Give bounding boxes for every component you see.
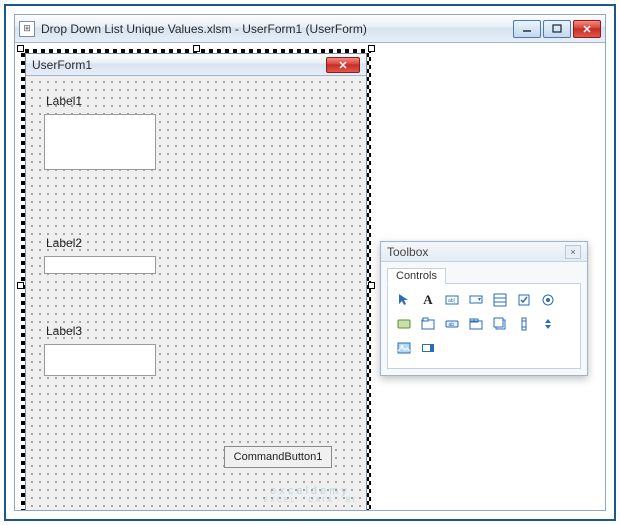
maximize-button[interactable] (543, 20, 571, 38)
resize-handle-n[interactable] (193, 45, 200, 52)
svg-text:ab: ab (449, 322, 455, 328)
label-a-icon[interactable]: A (418, 290, 438, 310)
userform-title: UserForm1 (32, 58, 92, 72)
textbox1[interactable] (44, 114, 156, 170)
app-icon: ⊞ (19, 21, 35, 37)
tabstrip-icon[interactable] (466, 314, 486, 334)
toolbox-tab-controls[interactable]: Controls (387, 268, 446, 284)
spinbutton-icon[interactable] (538, 314, 558, 334)
scrollbar-icon[interactable] (514, 314, 534, 334)
form-selection[interactable]: UserForm1 Label1 Label2 Label3 (21, 49, 371, 510)
svg-text:ab|: ab| (448, 298, 455, 304)
select-pointer-icon[interactable] (394, 290, 414, 310)
minimize-button[interactable] (513, 20, 541, 38)
multipage-icon[interactable] (490, 314, 510, 334)
resize-handle-nw[interactable] (17, 45, 24, 52)
togglebutton-icon[interactable] (394, 314, 414, 334)
label1[interactable]: Label1 (46, 94, 82, 108)
image-icon[interactable] (394, 338, 414, 358)
titlebar[interactable]: ⊞ Drop Down List Unique Values.xlsm - Us… (15, 15, 605, 43)
vbe-window: ⊞ Drop Down List Unique Values.xlsm - Us… (14, 14, 606, 511)
checkbox-icon[interactable] (514, 290, 534, 310)
refedit-icon[interactable] (418, 338, 438, 358)
textbox3[interactable] (44, 344, 156, 376)
combobox-icon[interactable] (466, 290, 486, 310)
userform-close-button[interactable] (326, 57, 360, 73)
workspace: UserForm1 Label1 Label2 Label3 (15, 43, 605, 510)
commandbutton1[interactable]: CommandButton1 (224, 446, 332, 468)
label3[interactable]: Label3 (46, 324, 82, 338)
frame-icon[interactable] (418, 314, 438, 334)
resize-handle-w[interactable] (17, 282, 24, 289)
userform-titlebar[interactable]: UserForm1 (26, 54, 366, 76)
outer-frame: ⊞ Drop Down List Unique Values.xlsm - Us… (4, 4, 616, 521)
textbox2[interactable] (44, 256, 156, 274)
optionbutton-icon[interactable] (538, 290, 558, 310)
resize-handle-e[interactable] (368, 282, 375, 289)
textbox-icon[interactable]: ab| (442, 290, 462, 310)
toolbox-window[interactable]: Toolbox × Controls A ab| a (380, 241, 588, 376)
userform-body[interactable]: Label1 Label2 Label3 CommandButton1 (26, 76, 366, 510)
commandbutton1-label: CommandButton1 (234, 451, 323, 463)
commandbutton-icon[interactable]: ab (442, 314, 462, 334)
toolbox-close-button[interactable]: × (565, 245, 581, 259)
window-title: Drop Down List Unique Values.xlsm - User… (41, 22, 507, 36)
toolbox-panel: A ab| ab (387, 283, 581, 369)
listbox-icon[interactable] (490, 290, 510, 310)
close-button[interactable] (573, 20, 601, 38)
toolbox-titlebar[interactable]: Toolbox × (381, 242, 587, 262)
label2[interactable]: Label2 (46, 236, 82, 250)
toolbox-title: Toolbox (387, 245, 428, 259)
userform[interactable]: UserForm1 Label1 Label2 Label3 (25, 53, 367, 510)
resize-handle-ne[interactable] (368, 45, 375, 52)
